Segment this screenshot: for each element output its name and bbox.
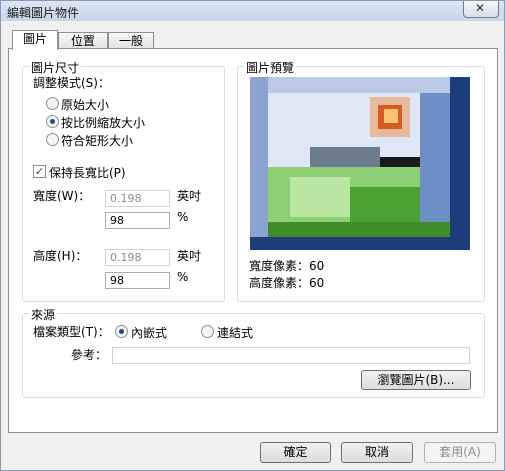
close-icon: ✕ [475,1,486,15]
embedded-label[interactable]: 內嵌式 [131,324,167,341]
mode-fit-label[interactable]: 符合矩形大小 [61,132,133,149]
preview-group-label: 圖片預覽 [244,59,297,76]
ok-button[interactable]: 確定 [260,442,331,463]
keep-ratio-checkbox[interactable]: ✓ [33,165,46,178]
picture-preview [250,77,470,250]
mode-proportional-label[interactable]: 按比例縮放大小 [61,114,145,131]
preview-image [250,77,470,250]
mode-original-radio[interactable] [46,97,59,110]
reference-input[interactable] [112,347,470,364]
tab-picture-label: 圖片 [22,32,47,46]
apply-button[interactable]: 套用(A) [424,442,496,463]
width-percent-input[interactable] [105,212,170,229]
preview-width-pixels: 寬度像素：60 [249,259,325,273]
adjust-mode-label: 調整模式(S)： [33,76,110,90]
mode-original-label[interactable]: 原始大小 [61,96,109,113]
tab-position[interactable]: 位置 [58,32,108,49]
tab-picture[interactable]: 圖片 [12,30,58,50]
width-unit-label: 英吋 [177,189,202,203]
height-percent-sign: % [177,270,189,284]
linked-radio[interactable] [201,325,214,338]
title-bar[interactable]: 編輯圖片物件 ✕ [1,1,504,21]
width-label: 寬度(W)： [33,189,91,203]
source-group-label: 來源 [29,306,58,323]
reference-label: 參考： [71,348,108,362]
close-button[interactable]: ✕ [463,1,499,18]
tab-general-label: 一般 [118,34,143,48]
mode-fit-radio[interactable] [46,133,59,146]
embedded-radio[interactable] [115,325,128,338]
height-unit-label: 英吋 [177,249,202,263]
height-inches-input[interactable] [105,249,170,266]
window-title: 編輯圖片物件 [7,6,80,20]
tab-general[interactable]: 一般 [108,32,154,49]
preview-height-pixels: 高度像素：60 [249,276,325,290]
width-percent-sign: % [177,210,189,224]
keep-ratio-label[interactable]: 保持長寬比(P) [49,164,126,181]
browse-picture-button[interactable]: 瀏覽圖片(B)... [361,370,471,390]
linked-label[interactable]: 連結式 [217,324,253,341]
height-label: 高度(H)： [33,249,88,263]
width-inches-input[interactable] [105,190,170,207]
cancel-button[interactable]: 取消 [341,442,413,463]
height-percent-input[interactable] [105,272,170,289]
tab-position-label: 位置 [70,34,95,48]
mode-proportional-radio[interactable] [46,115,59,128]
file-type-label: 檔案類型(T)： [33,325,110,339]
